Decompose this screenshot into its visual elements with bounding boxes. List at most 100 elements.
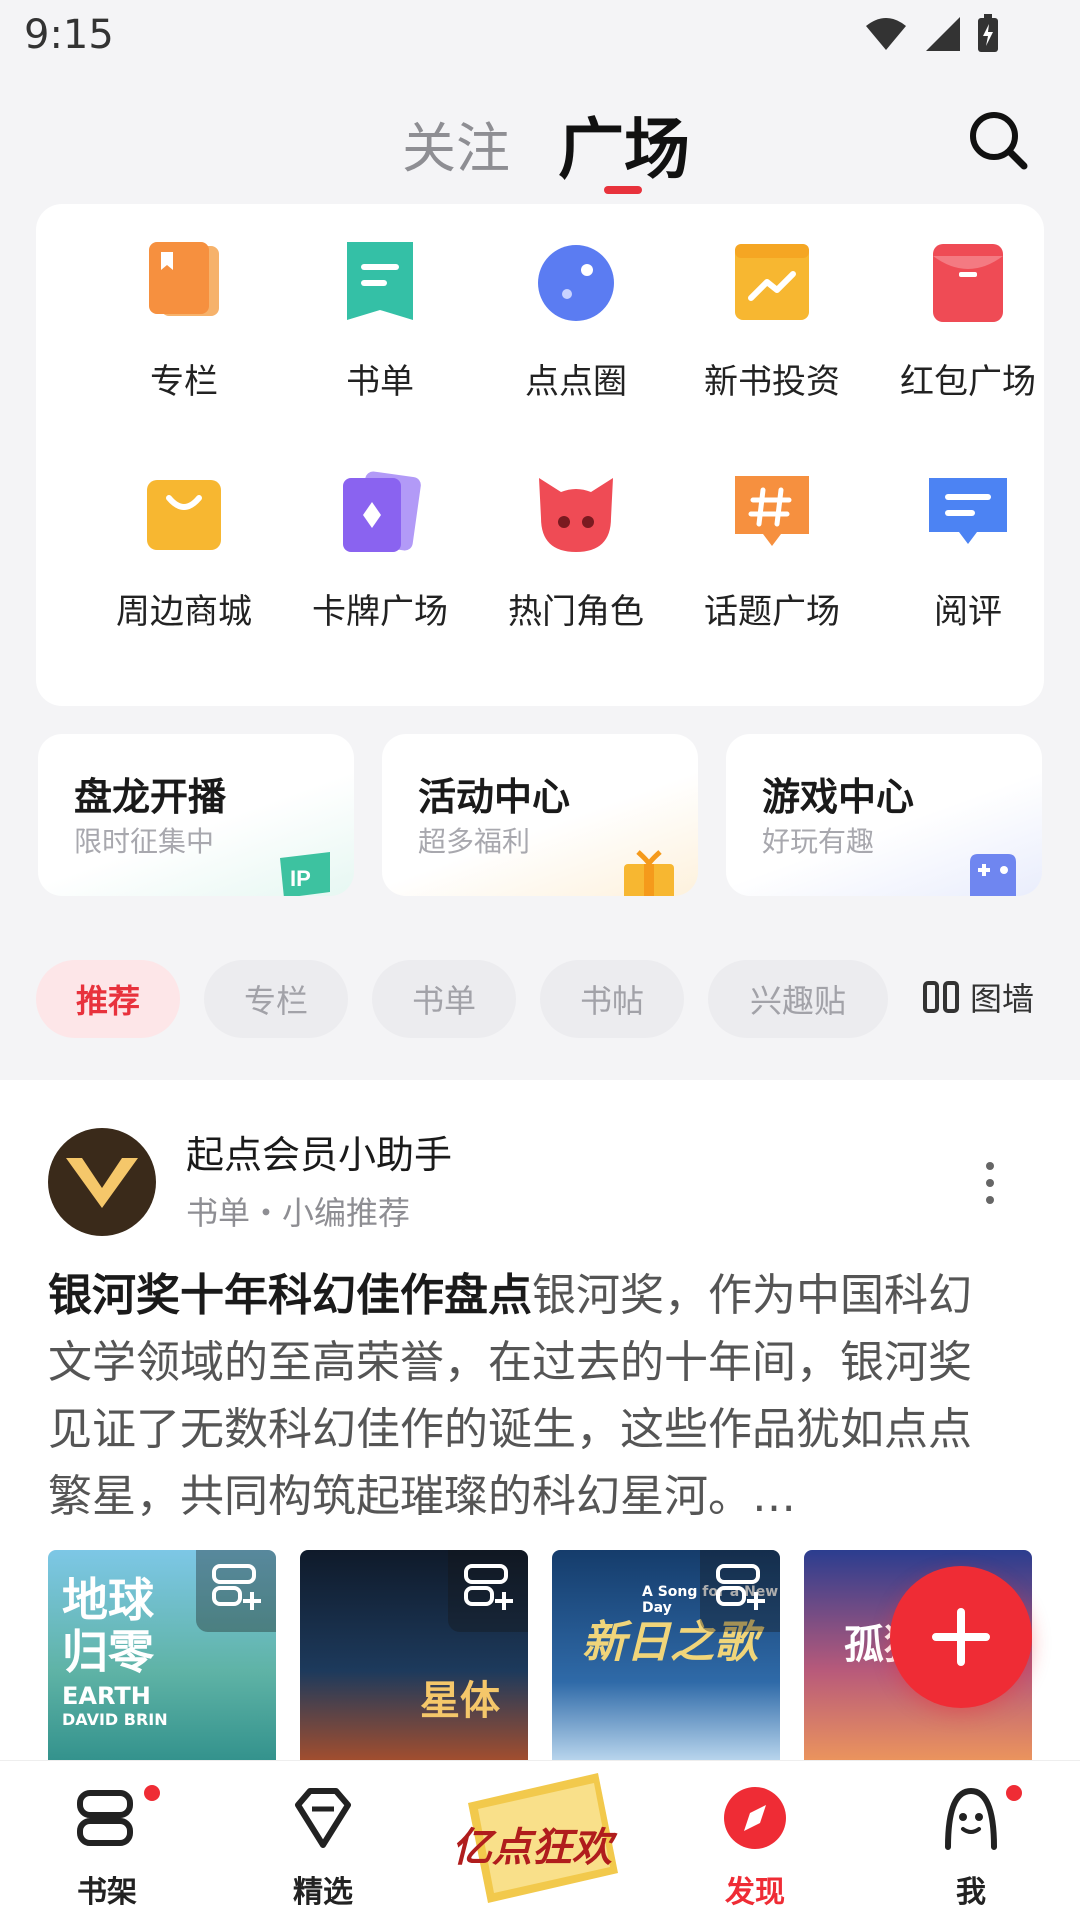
booklist-icon [347,242,413,320]
status-icons [864,14,1000,54]
profile-icon [945,1787,997,1850]
feature-reviews[interactable]: 阅评 [870,434,1066,634]
avatar[interactable] [48,1128,156,1236]
add-to-shelf-icon [212,1564,261,1610]
add-to-shelf-button[interactable] [700,1550,780,1632]
notification-badge [144,1785,160,1801]
planet-icon [538,245,614,321]
entry-subtitle: 好玩有趣 [762,825,875,858]
column-icon [149,242,219,316]
book-covers: 地球 归零 EARTH DAVID BRIN 星体 新日之歌 A Song for… [48,1550,1032,1760]
nav-featured[interactable]: 精选 [248,1783,398,1913]
chip-recommend[interactable]: 推荐 [36,960,180,1038]
entry-subtitle: 限时征集中 [74,825,215,858]
bookshelf-icon [77,1790,133,1846]
entry-game-center[interactable]: 游戏中心 好玩有趣 [726,734,1042,896]
ip-icon: IP [280,852,330,896]
entry-title: 盘龙开播 [74,775,227,819]
tab-follow[interactable]: 关注 [402,104,510,183]
image-wall-icon [923,981,959,1013]
filter-bar: 推荐 专栏 书单 书帖 兴趣贴 图墙 [0,960,1080,1040]
feature-label: 阅评 [934,592,1002,632]
feature-label: 新书投资 [704,362,840,402]
svg-text:IP: IP [290,866,311,891]
entry-panlong-live[interactable]: 盘龙开播 限时征集中 IP [38,734,354,896]
battery-icon [978,14,998,52]
entry-activity-center[interactable]: 活动中心 超多福利 [382,734,698,896]
status-bar: 9:15 [0,0,1080,72]
create-post-button[interactable] [890,1566,1032,1708]
notification-badge [1006,1785,1022,1801]
feature-cards[interactable]: 卡牌广场 [282,434,478,634]
cover-title: 地球 归零 [62,1573,154,1679]
promo-text: 亿点狂欢 [452,1825,612,1871]
entry-subtitle: 超多福利 [418,825,531,858]
chip-column[interactable]: 专栏 [204,960,348,1038]
cover-author: DAVID BRIN [62,1710,168,1729]
nav-label: 我 [956,1875,986,1910]
feature-label: 热门角色 [508,592,644,632]
wifi-icon [866,18,906,50]
feature-booklist[interactable]: 书单 [282,204,478,404]
feature-label: 卡牌广场 [312,592,448,632]
feature-label: 红包广场 [900,362,1036,402]
feature-column[interactable]: 专栏 [86,204,282,404]
entry-title: 游戏中心 [762,775,915,819]
feature-label: 书单 [346,362,414,402]
feature-hot-characters[interactable]: 热门角色 [478,434,674,634]
red-packet-icon [933,244,1003,322]
feature-merch-store[interactable]: 周边商城 [86,434,282,634]
post-content[interactable]: 银河奖十年科幻佳作盘点银河奖，作为中国科幻文学领域的至高荣誉，在过去的十年间，银… [48,1262,1012,1530]
cover-title: 星体 [420,1678,500,1724]
feature-red-packet[interactable]: 红包广场 [870,204,1066,404]
search-icon[interactable] [964,106,1034,176]
nav-label: 发现 [725,1875,785,1910]
feature-label: 点点圈 [525,362,627,402]
feature-topics[interactable]: 话题广场 [674,434,870,634]
nav-label: 书架 [77,1875,137,1910]
add-to-shelf-icon [464,1564,513,1610]
add-to-shelf-button[interactable] [196,1550,276,1632]
post-meta: 书单・小编推荐 [186,1194,411,1232]
image-wall-toggle[interactable]: 图墙 [922,974,1034,1020]
comment-icon [929,478,1007,544]
nav-profile[interactable]: 我 [896,1783,1046,1913]
add-to-shelf-button[interactable] [448,1550,528,1632]
feature-grid: 专栏 书单 点点圈 新书投资 红包广场 周边商城 卡牌广场 热门角色 话题广场 … [36,204,1044,706]
active-tab-indicator [604,186,642,194]
top-nav: 关注 广场 [0,96,1080,206]
promo-banner[interactable]: 亿点狂欢 [438,1763,642,1913]
nav-bookshelf[interactable]: 书架 [32,1783,182,1913]
chip-interest-post[interactable]: 兴趣贴 [708,960,888,1038]
post-title: 银河奖十年科幻佳作盘点 [48,1270,532,1321]
tab-square[interactable]: 广场 [558,96,690,192]
character-icon [539,478,613,552]
feature-label: 周边商城 [116,592,252,632]
chip-book-post[interactable]: 书帖 [540,960,684,1038]
compass-icon [724,1787,786,1849]
vip-logo-icon [66,1158,138,1208]
feature-label: 话题广场 [704,592,840,632]
shopping-bag-icon [147,480,221,550]
add-to-shelf-icon [716,1564,765,1610]
feature-planet[interactable]: 点点圈 [478,204,674,404]
image-wall-label: 图墙 [970,980,1035,1018]
bottom-nav: 书架 精选 亿点狂欢 发现 我 [0,1760,1080,1920]
book-cover[interactable]: 新日之歌 A Song for a New Day [552,1550,780,1760]
chip-booklist[interactable]: 书单 [372,960,516,1038]
signal-icon [926,17,960,51]
plus-icon [932,1608,990,1666]
feature-new-book-invest[interactable]: 新书投资 [674,204,870,404]
entry-title: 活动中心 [418,775,571,819]
trend-folder-icon [735,244,809,320]
cover-subtitle: EARTH [62,1682,151,1710]
nav-discover[interactable]: 发现 [680,1783,830,1913]
book-cover[interactable]: 地球 归零 EARTH DAVID BRIN [48,1550,276,1760]
gamepad-icon [970,854,1016,896]
nav-label: 精选 [293,1875,353,1910]
book-cover[interactable]: 星体 [300,1550,528,1760]
post-author[interactable]: 起点会员小助手 [186,1124,452,1179]
more-options-icon[interactable] [982,1158,998,1208]
diamond-icon [295,1788,351,1848]
cards-icon [343,471,421,552]
